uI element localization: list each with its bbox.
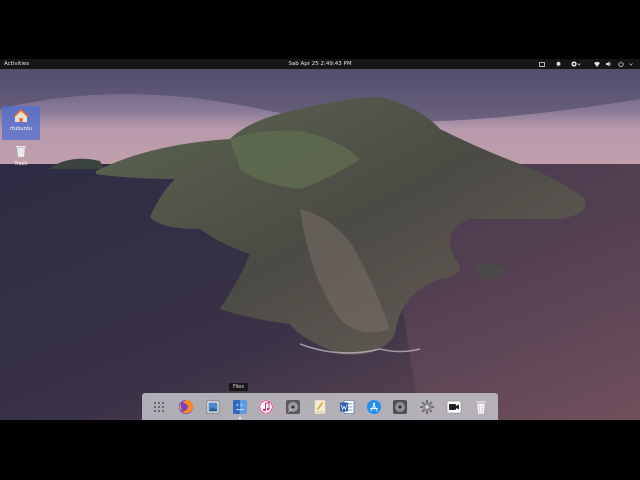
dock-item-settings[interactable] (417, 397, 437, 417)
dock-item-music[interactable] (256, 397, 276, 417)
dock-item-image-viewer[interactable] (203, 397, 223, 417)
top-bar: Activities Sab Apr 25 2:49:43 PM (0, 59, 640, 69)
firefox-icon (179, 399, 194, 414)
dock-item-firefox[interactable] (176, 397, 196, 417)
trash-icon (16, 146, 26, 158)
disk-utility-icon (286, 399, 301, 414)
dock-item-files[interactable] (230, 397, 250, 419)
screen-icon[interactable] (538, 61, 546, 67)
dock-item-text-editor[interactable] (310, 397, 330, 417)
dock-item-disk-utility-2[interactable] (390, 397, 410, 417)
notification-icon[interactable] (554, 61, 562, 67)
network-icon[interactable] (593, 61, 601, 67)
music-icon (259, 399, 274, 414)
text-editor-icon (314, 399, 326, 414)
desktop-wallpaper (0, 69, 640, 420)
dock-item-trash[interactable] (471, 397, 491, 417)
power-icon[interactable] (617, 61, 625, 67)
image-viewer-icon (206, 400, 220, 413)
dock-item-app-store[interactable] (364, 397, 384, 417)
trash-label: Trash (14, 161, 28, 167)
home-folder-icon (13, 108, 29, 122)
gear-icon (420, 399, 435, 414)
volume-icon[interactable] (605, 61, 613, 67)
dock-tooltip: Files (229, 383, 248, 391)
app-store-icon (366, 399, 381, 414)
files-icon (232, 399, 247, 414)
screen: Activities Sab Apr 25 2:49:43 PM rtubunt… (0, 59, 640, 420)
chevron-down-icon[interactable] (627, 61, 635, 67)
hard-disk-icon (393, 399, 408, 414)
desktop-trash[interactable]: Trash (2, 143, 40, 173)
dock-item-word[interactable] (337, 397, 357, 417)
dock-item-show-applications[interactable] (149, 397, 169, 417)
dock-item-disk-utility[interactable] (283, 397, 303, 417)
dock-item-screen-recorder[interactable] (444, 397, 464, 417)
home-folder-label: rtubuntu (10, 126, 32, 132)
desktop-home-folder[interactable]: rtubuntu (2, 106, 40, 140)
accessibility-icon[interactable] (571, 61, 581, 67)
word-icon (339, 399, 355, 414)
video-camera-icon (446, 400, 462, 413)
running-indicator (238, 416, 241, 419)
trash-icon (475, 400, 486, 414)
app-grid-icon (154, 401, 165, 412)
dock (142, 393, 498, 420)
